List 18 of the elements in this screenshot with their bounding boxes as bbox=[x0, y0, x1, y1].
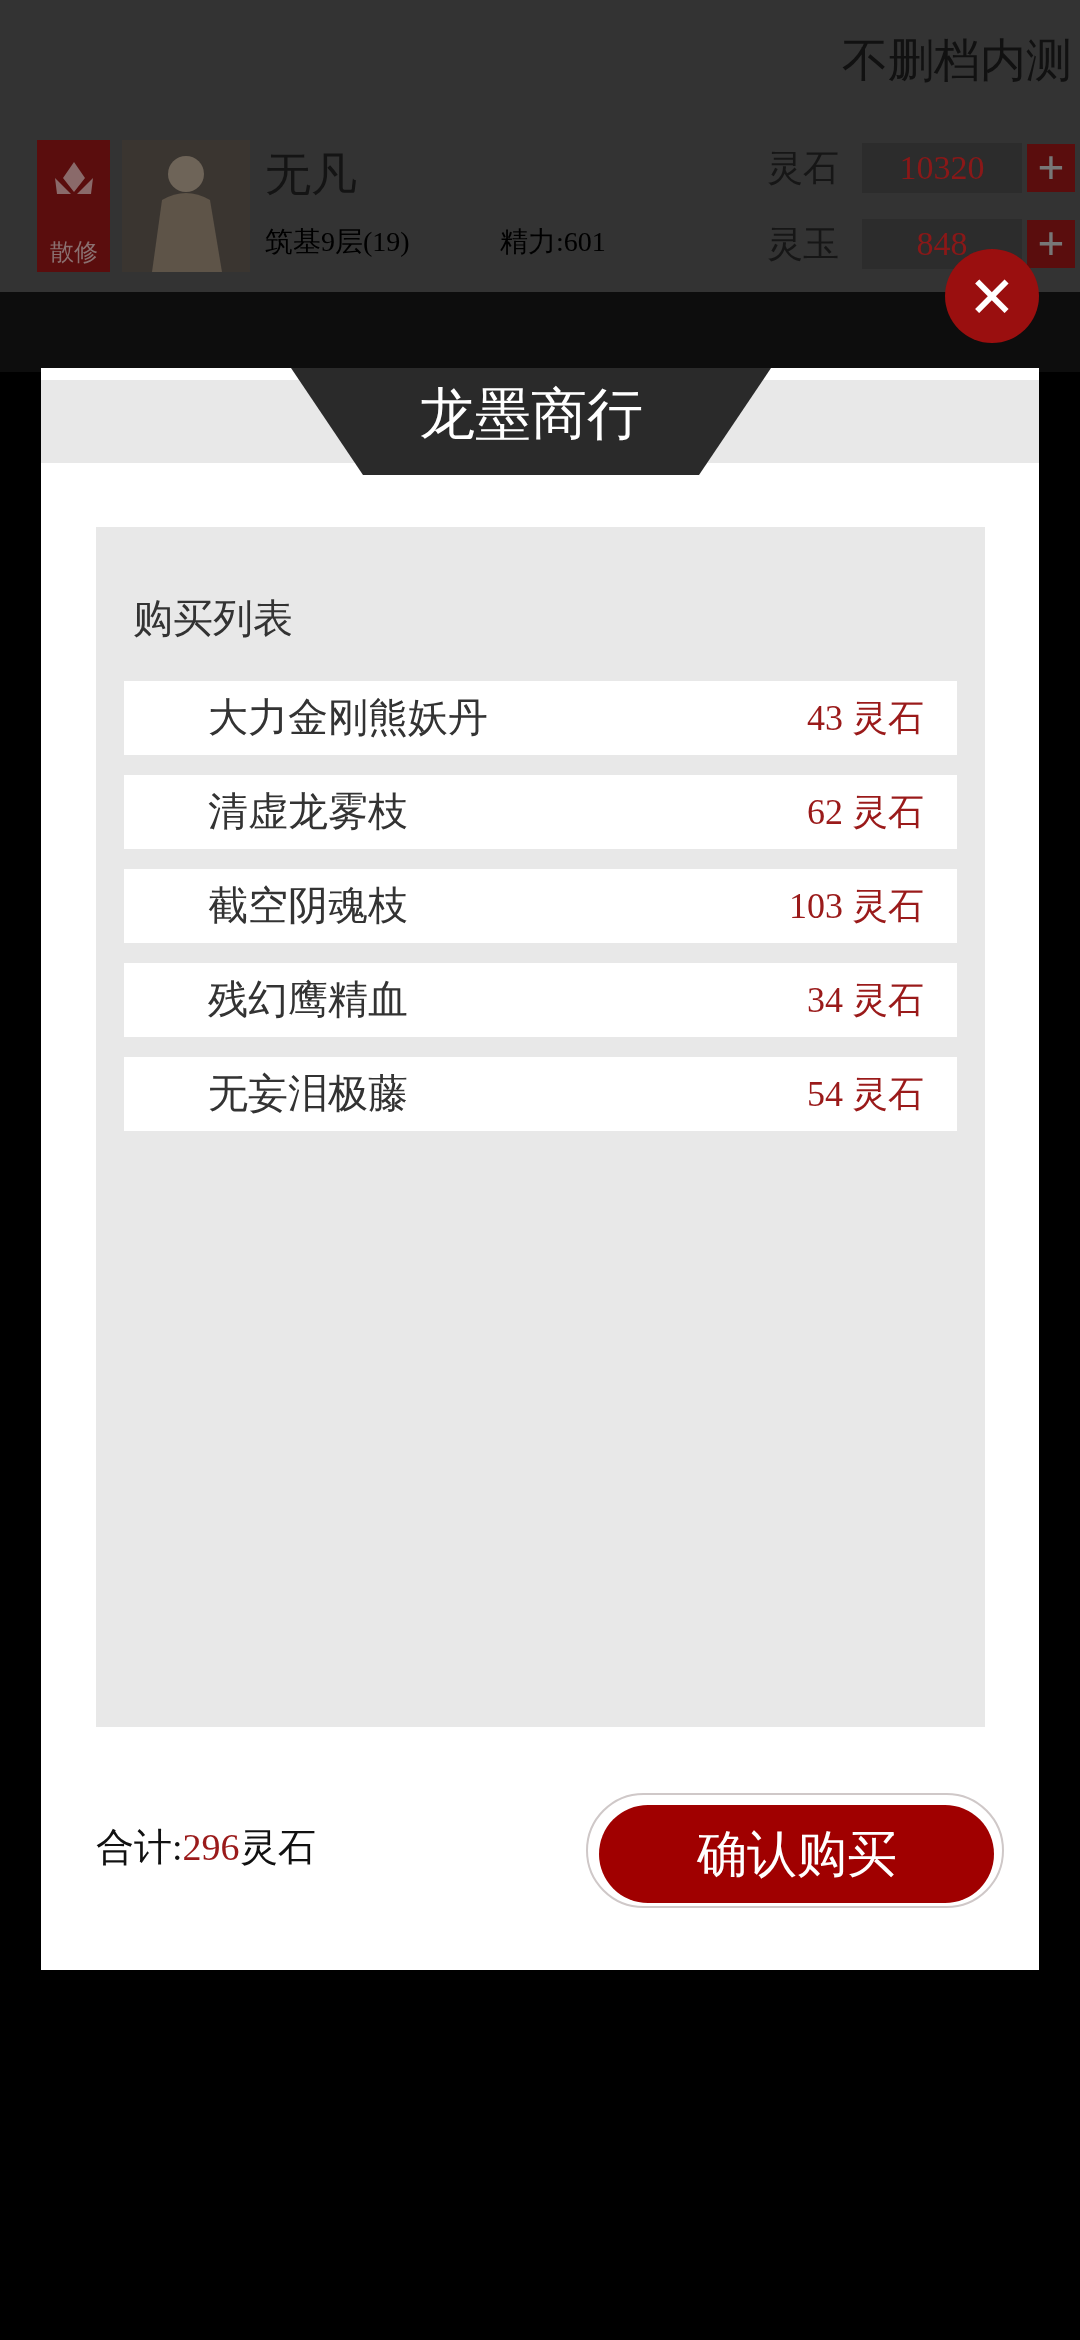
list-title: 购买列表 bbox=[133, 596, 293, 641]
total-label: 合计: bbox=[96, 1828, 183, 1866]
item-price: 103 灵石 bbox=[789, 888, 924, 924]
total-amount: 296 bbox=[182, 1828, 240, 1866]
dialog-title: 龙墨商行 bbox=[419, 386, 643, 447]
item-price: 62 灵石 bbox=[807, 794, 924, 830]
item-name: 截空阴魂枝 bbox=[208, 886, 408, 926]
item-name: 无妄泪极藤 bbox=[208, 1074, 408, 1114]
item-name: 清虚龙雾枝 bbox=[208, 792, 408, 832]
item-price: 43 灵石 bbox=[807, 700, 924, 736]
currency-value: 10320 bbox=[862, 143, 1022, 193]
faction-label: 散修 bbox=[49, 240, 98, 264]
total-unit: 灵石 bbox=[239, 1828, 316, 1866]
item-name: 残幻鹰精血 bbox=[208, 980, 408, 1020]
confirm-purchase-button[interactable]: 确认购买 bbox=[599, 1805, 994, 1903]
item-name: 大力金刚熊妖丹 bbox=[208, 698, 488, 738]
item-price: 54 灵石 bbox=[807, 1076, 924, 1112]
item-price: 34 灵石 bbox=[807, 982, 924, 1018]
